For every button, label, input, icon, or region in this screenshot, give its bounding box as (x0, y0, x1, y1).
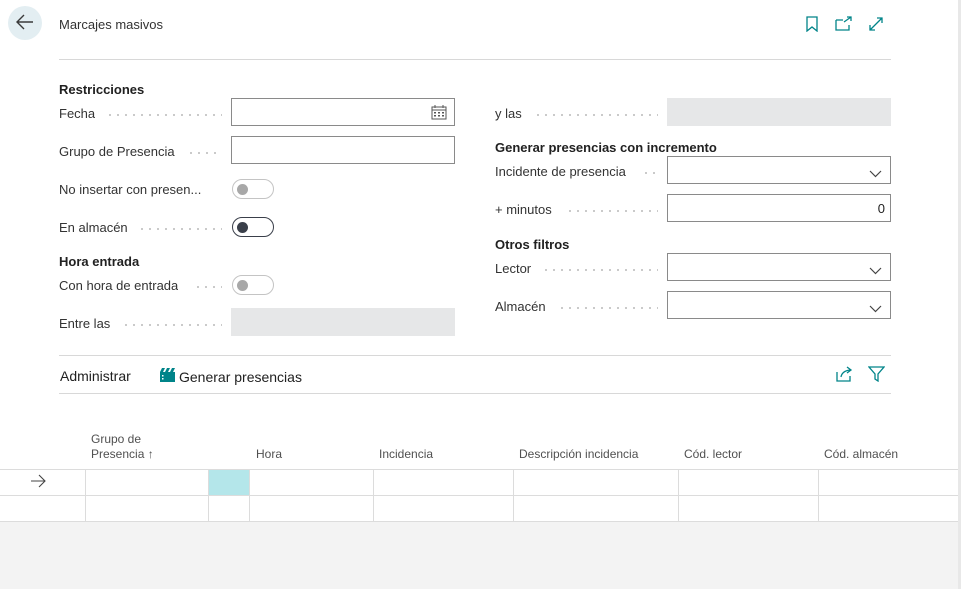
grid-line (818, 469, 819, 521)
grid-line (678, 469, 679, 521)
page-title: Marcajes masivos (59, 17, 164, 32)
dotted-leader (187, 152, 222, 154)
grupo-presencia-field[interactable] (231, 136, 455, 164)
column-header-hora[interactable]: Hora (256, 447, 282, 462)
grid-line (0, 469, 961, 470)
header-divider (59, 59, 891, 60)
administrar-action[interactable]: Administrar (60, 368, 131, 384)
entre-las-label: Entre las (59, 316, 111, 331)
no-insertar-toggle[interactable] (232, 179, 274, 199)
minutos-label: + minutos (495, 202, 552, 217)
list-footer-area (0, 521, 961, 589)
lector-select[interactable] (667, 253, 891, 281)
dotted-leader (138, 228, 222, 230)
dotted-leader (558, 307, 658, 309)
calendar-icon[interactable] (431, 105, 447, 123)
column-header-almacen[interactable]: Cód. almacén (824, 447, 898, 462)
section-hora-entrada-title: Hora entrada (59, 254, 140, 269)
no-insertar-label: No insertar con presen... (59, 182, 202, 197)
arrow-right-icon (30, 474, 46, 491)
grid-line (249, 469, 250, 521)
actions-divider-bottom (59, 393, 891, 394)
chevron-down-icon (869, 301, 882, 316)
dotted-leader (534, 114, 658, 116)
dotted-leader (194, 286, 222, 288)
film-icon (159, 368, 176, 386)
selected-cell[interactable] (209, 470, 249, 495)
almacen-select[interactable] (667, 291, 891, 319)
dotted-leader (566, 210, 658, 212)
dotted-leader (122, 324, 222, 326)
grid-line (513, 469, 514, 521)
back-button[interactable] (8, 6, 42, 40)
en-almacen-toggle[interactable] (232, 217, 274, 237)
incidente-label: Incidente de presencia (495, 164, 626, 179)
con-hora-label: Con hora de entrada (59, 278, 179, 293)
column-header-descripcion[interactable]: Descripción incidencia (519, 447, 638, 462)
lector-label: Lector (495, 261, 532, 276)
grid-line (0, 495, 961, 496)
section-restricciones-title: Restricciones (59, 82, 145, 97)
bookmark-icon[interactable] (803, 15, 821, 33)
chevron-down-icon (869, 263, 882, 278)
dotted-leader (106, 114, 222, 116)
header-actions (803, 15, 885, 33)
actions-divider-top (59, 355, 891, 356)
entre-las-field (231, 308, 455, 336)
en-almacen-label: En almacén (59, 220, 128, 235)
open-new-window-icon[interactable] (835, 15, 853, 33)
column-header-lector[interactable]: Cód. lector (684, 447, 742, 462)
column-header-incidencia[interactable]: Incidencia (379, 447, 433, 462)
chevron-down-icon (869, 166, 882, 181)
con-hora-toggle[interactable] (232, 275, 274, 295)
fecha-field[interactable] (231, 98, 455, 126)
filter-icon[interactable] (867, 366, 886, 385)
fecha-label: Fecha (59, 106, 96, 121)
almacen-label: Almacén (495, 299, 546, 314)
grid-line (208, 469, 209, 521)
grid-line (373, 469, 374, 521)
minutos-field[interactable]: 0 (667, 194, 891, 222)
y-las-field (667, 98, 891, 126)
grupo-presencia-label: Grupo de Presencia (59, 144, 175, 159)
generar-presencias-button[interactable]: Generar presencias (159, 368, 302, 386)
expand-icon[interactable] (867, 15, 885, 33)
section-otros-filtros-title: Otros filtros (495, 237, 570, 252)
section-generar-title: Generar presencias con incremento (495, 140, 717, 155)
y-las-label: y las (495, 106, 522, 121)
incidente-select[interactable] (667, 156, 891, 184)
arrow-left-icon (16, 14, 34, 33)
share-icon[interactable] (836, 366, 853, 385)
grid-line (85, 469, 86, 521)
dotted-leader (542, 269, 658, 271)
column-header-grupo[interactable]: Grupo de Presencia ↑ (91, 432, 154, 462)
dotted-leader (642, 172, 658, 174)
list-actions (836, 366, 886, 385)
